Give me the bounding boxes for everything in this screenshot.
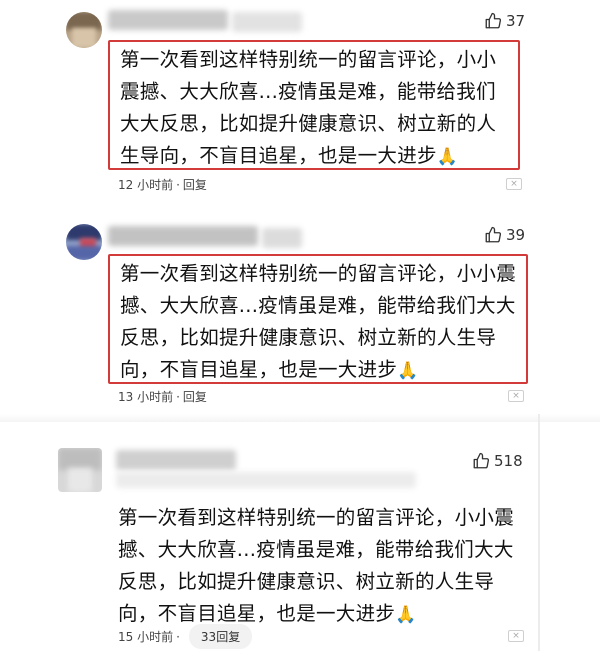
comment-1: 37 第一次看到这样特别统一的留言评论，小小震撼、大大欣喜...疫情虽是难，能带… bbox=[0, 0, 600, 200]
timestamp: 13 小时前 bbox=[118, 390, 174, 404]
praying-hands-icon: 🙏 bbox=[436, 147, 459, 167]
close-icon[interactable]: × bbox=[508, 630, 524, 642]
timestamp: 15 小时前 bbox=[118, 630, 174, 644]
section-divider bbox=[0, 414, 600, 422]
username-blurred[interactable] bbox=[116, 450, 236, 470]
avatar[interactable] bbox=[58, 448, 102, 492]
thumbs-up-icon bbox=[485, 226, 502, 243]
praying-hands-icon: 🙏 bbox=[395, 605, 417, 625]
avatar[interactable] bbox=[66, 12, 102, 48]
avatar[interactable] bbox=[66, 224, 102, 260]
username-blurred[interactable] bbox=[108, 226, 258, 246]
meta-separator: · bbox=[176, 389, 180, 404]
comment-2: 39 第一次看到这样特别统一的留言评论，小小震撼、大大欣喜...疫情虽是难，能带… bbox=[0, 210, 600, 410]
comment-body: 第一次看到这样特别统一的留言评论，小小震撼、大大欣喜...疫情虽是难，能带给我们… bbox=[118, 506, 515, 625]
meta-separator: · bbox=[176, 177, 180, 192]
thumbs-up-icon bbox=[473, 452, 490, 469]
like-count: 37 bbox=[506, 12, 526, 30]
comment-meta: 15 小时前 · 33回复 bbox=[118, 624, 253, 649]
like-count: 39 bbox=[506, 226, 526, 244]
thumbs-up-icon bbox=[485, 12, 502, 29]
like-count: 518 bbox=[494, 452, 523, 470]
like-button[interactable]: 37 bbox=[484, 12, 525, 30]
close-icon[interactable]: × bbox=[506, 178, 522, 190]
comment-meta: 13 小时前 · 回复 bbox=[118, 388, 207, 405]
close-icon[interactable]: × bbox=[508, 390, 524, 402]
username-blurred-2 bbox=[232, 12, 302, 32]
comment-3: 518 第一次看到这样特别统一的留言评论，小小震撼、大大欣喜...疫情虽是难，能… bbox=[0, 430, 600, 651]
username-blurred-2 bbox=[116, 472, 416, 488]
comment-meta: 12 小时前 · 回复 bbox=[118, 176, 207, 193]
reply-button[interactable]: 回复 bbox=[183, 388, 207, 405]
comment-text: 第一次看到这样特别统一的留言评论，小小震撼、大大欣喜...疫情虽是难，能带给我们… bbox=[108, 40, 520, 170]
meta-separator: · bbox=[176, 629, 180, 644]
comment-text: 第一次看到这样特别统一的留言评论，小小震撼、大大欣喜...疫情虽是难，能带给我们… bbox=[108, 254, 528, 384]
reply-count-button[interactable]: 33回复 bbox=[188, 624, 253, 649]
like-button[interactable]: 518 bbox=[472, 452, 523, 470]
praying-hands-icon: 🙏 bbox=[397, 361, 419, 381]
comment-body: 第一次看到这样特别统一的留言评论，小小震撼、大大欣喜...疫情虽是难，能带给我们… bbox=[120, 262, 517, 381]
reply-button[interactable]: 回复 bbox=[183, 176, 207, 193]
comment-text: 第一次看到这样特别统一的留言评论，小小震撼、大大欣喜...疫情虽是难，能带给我们… bbox=[108, 500, 530, 630]
username-blurred[interactable] bbox=[108, 10, 228, 30]
username-blurred-2 bbox=[262, 228, 302, 248]
like-button[interactable]: 39 bbox=[484, 226, 525, 244]
timestamp: 12 小时前 bbox=[118, 178, 174, 192]
